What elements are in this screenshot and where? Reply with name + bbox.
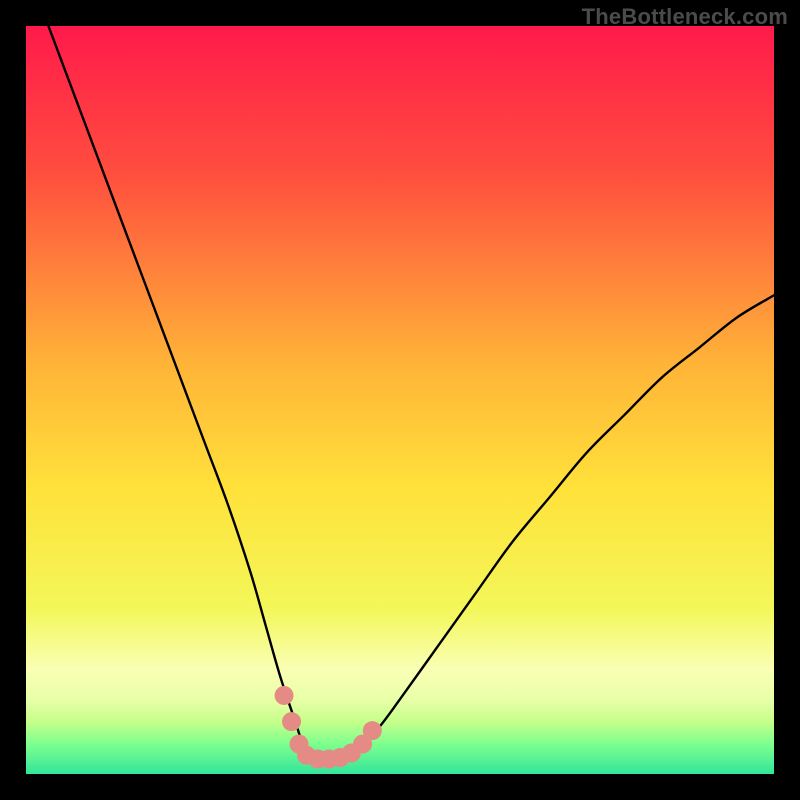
plot-area — [26, 26, 774, 774]
chart-stage: TheBottleneck.com — [0, 0, 800, 800]
background-gradient — [26, 26, 774, 774]
watermark-text: TheBottleneck.com — [582, 4, 788, 30]
